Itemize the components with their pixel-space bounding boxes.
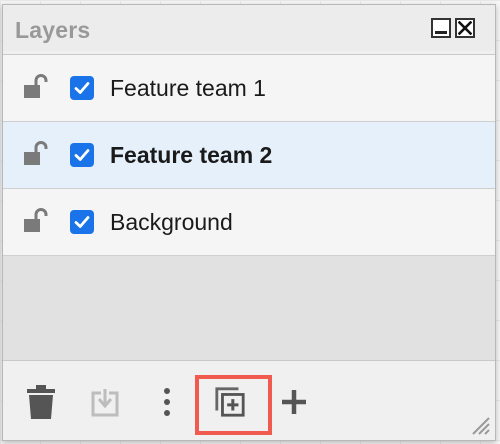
layer-visibility-checkbox[interactable]: [70, 76, 94, 100]
panel-titlebar[interactable]: Layers: [3, 5, 495, 51]
close-button[interactable]: [455, 18, 475, 38]
more-vertical-icon[interactable]: [151, 385, 183, 419]
unlock-icon[interactable]: [23, 141, 49, 167]
layers-panel: Layers Feature team 1 Feature team 2 Bac…: [2, 4, 496, 441]
unlock-icon[interactable]: [23, 208, 49, 234]
unlock-icon[interactable]: [23, 74, 49, 100]
layer-visibility-checkbox[interactable]: [70, 143, 94, 167]
layer-name[interactable]: Background: [110, 209, 233, 236]
checkmark-icon: [74, 216, 90, 228]
layer-visibility-checkbox[interactable]: [70, 210, 94, 234]
layer-row-selected[interactable]: Feature team 2: [3, 122, 495, 189]
minimize-button[interactable]: [431, 18, 451, 38]
checkmark-icon: [74, 149, 90, 161]
close-icon: [458, 21, 472, 35]
panel-title: Layers: [15, 17, 91, 43]
trash-icon[interactable]: [25, 385, 57, 419]
move-selection-icon[interactable]: [89, 385, 121, 419]
layer-name[interactable]: Feature team 2: [110, 142, 272, 169]
checkmark-icon: [74, 82, 90, 94]
layer-row[interactable]: Background: [3, 189, 495, 256]
layer-row[interactable]: Feature team 1: [3, 55, 495, 122]
layers-list: Feature team 1 Feature team 2 Background: [3, 54, 495, 361]
layers-toolbar: [3, 361, 495, 440]
layer-name[interactable]: Feature team 1: [110, 75, 266, 102]
resize-handle-icon[interactable]: [467, 412, 491, 436]
plus-icon[interactable]: [278, 385, 310, 419]
highlight-box: [195, 375, 272, 435]
